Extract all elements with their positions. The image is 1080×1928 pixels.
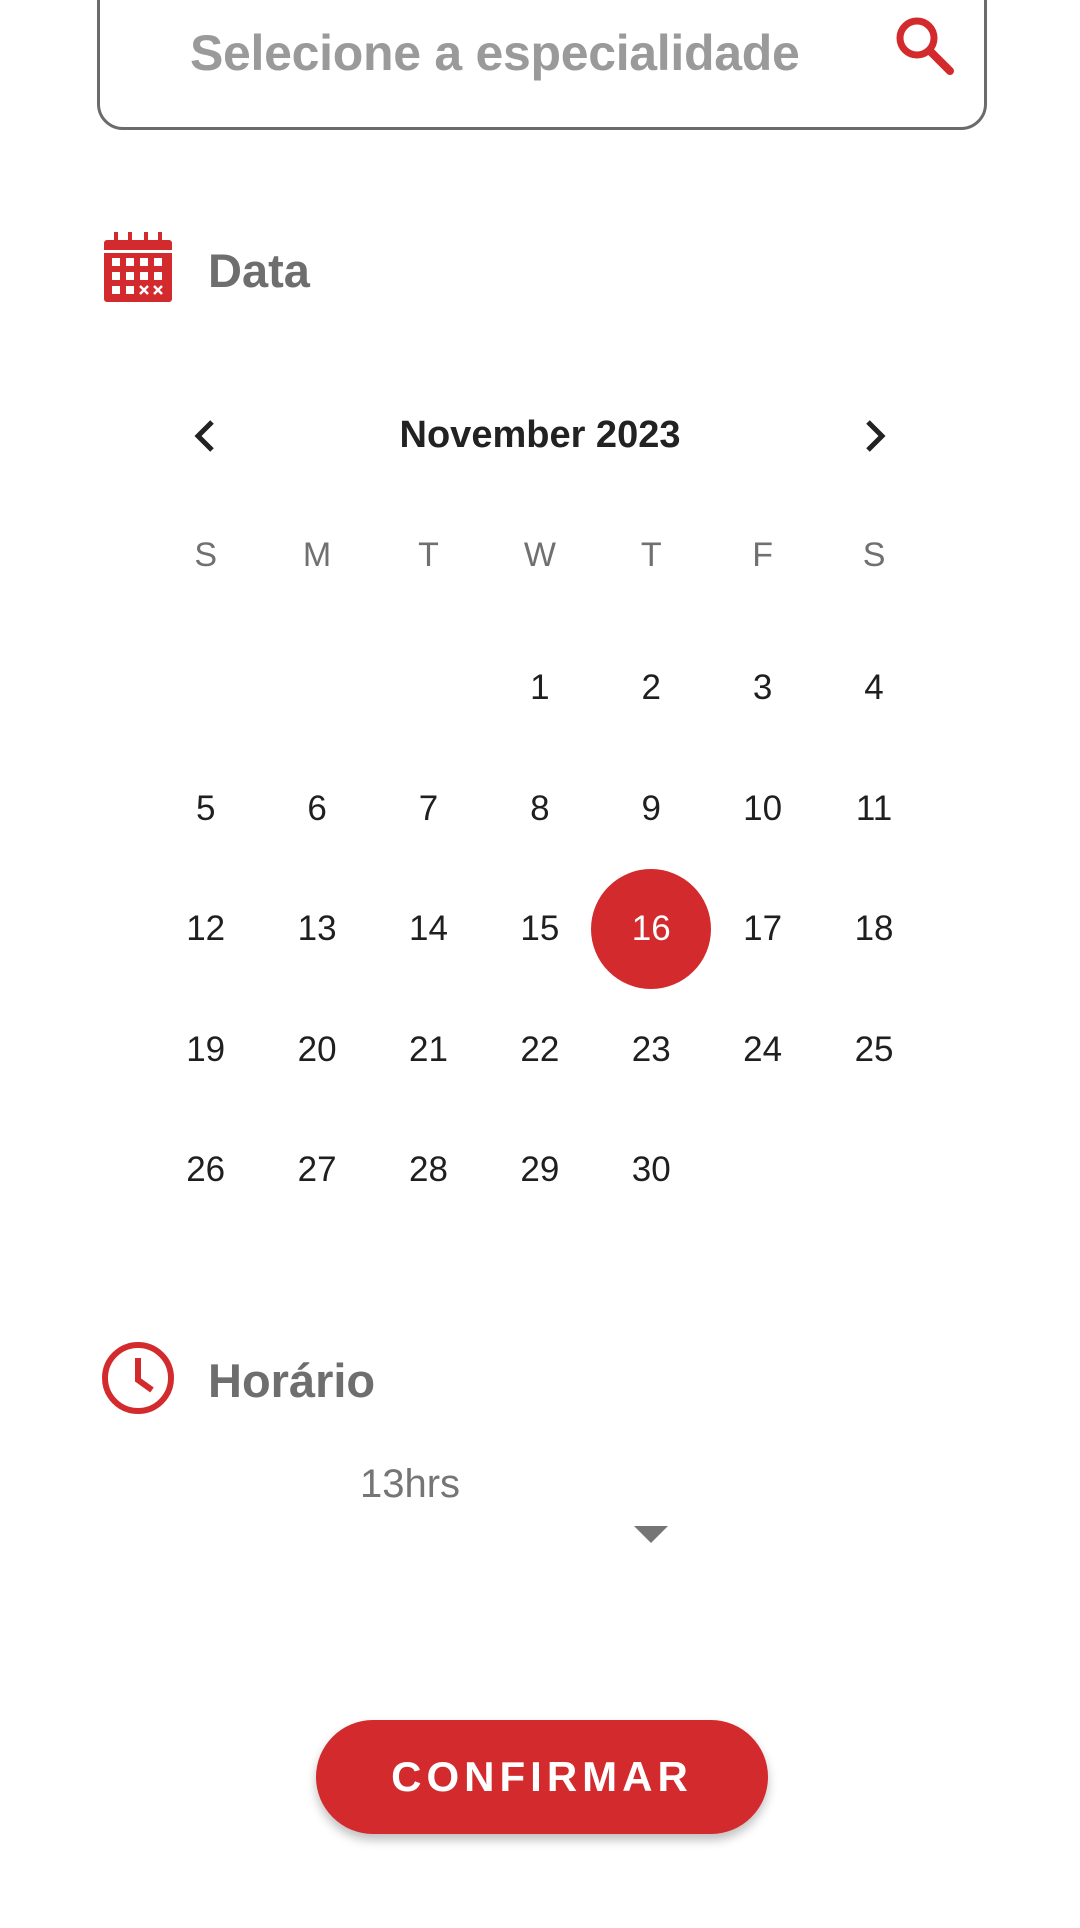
calendar-day-number: 30 bbox=[631, 1150, 671, 1190]
calendar-day[interactable]: 12 bbox=[150, 869, 261, 990]
calendar-day[interactable]: 26 bbox=[150, 1110, 261, 1231]
calendar-day[interactable]: 29 bbox=[484, 1110, 595, 1231]
calendar-day-number: 24 bbox=[743, 1029, 783, 1069]
calendar-day-number: 16 bbox=[631, 909, 671, 949]
calendar-day[interactable]: 21 bbox=[373, 990, 484, 1111]
calendar-day-number: 26 bbox=[186, 1150, 226, 1190]
calendar-day[interactable]: 8 bbox=[484, 749, 595, 870]
calendar-day-number: 28 bbox=[409, 1150, 448, 1190]
calendar-day[interactable]: 13 bbox=[261, 869, 372, 990]
calendar-day-number: 10 bbox=[743, 788, 783, 828]
calendar-day-number: 9 bbox=[641, 788, 661, 828]
weekday-label: T bbox=[640, 536, 662, 574]
confirm-button[interactable]: CONFIRMAR bbox=[316, 1720, 768, 1834]
calendar-day[interactable]: 18 bbox=[818, 869, 929, 990]
calendar-day-number: 19 bbox=[186, 1029, 226, 1069]
calendar-day[interactable]: 11 bbox=[818, 749, 929, 870]
calendar-day-number: 12 bbox=[186, 909, 226, 949]
appointment-screen: Selecione a especialidade Data November … bbox=[0, 0, 1080, 1928]
calendar-day[interactable]: 22 bbox=[484, 990, 595, 1111]
calendar-day-number: 27 bbox=[297, 1150, 337, 1190]
calendar-day-number: 25 bbox=[854, 1029, 894, 1069]
calendar-day-number: 11 bbox=[855, 788, 893, 828]
calendar-month-label: November 2023 bbox=[399, 414, 681, 456]
calendar-day[interactable]: 1 bbox=[484, 628, 595, 749]
time-dropdown[interactable]: 13hrs bbox=[260, 1450, 700, 1560]
calendar-day[interactable]: 24 bbox=[707, 990, 818, 1111]
calendar-day[interactable]: 19 bbox=[150, 990, 261, 1111]
chevron-right-icon[interactable] bbox=[846, 408, 902, 464]
date-picker-calendar: November 2023 SMTWTFS 1 2 3 4 5 6 7 8 9 10 11 12 13 1… bbox=[150, 400, 930, 1231]
calendar-day-number: 6 bbox=[307, 788, 327, 828]
calendar-empty-cell bbox=[261, 628, 372, 749]
date-section-header: Data bbox=[100, 230, 310, 310]
calendar-day-number: 18 bbox=[854, 909, 894, 949]
time-selected-value: 13hrs bbox=[360, 1462, 461, 1506]
calendar-header: November 2023 bbox=[150, 400, 930, 470]
dropdown-arrow-icon[interactable] bbox=[634, 1526, 668, 1543]
calendar-day[interactable]: 10 bbox=[707, 749, 818, 870]
calendar-day-number: 2 bbox=[641, 668, 661, 708]
calendar-empty-cell bbox=[150, 628, 261, 749]
search-icon[interactable] bbox=[890, 11, 960, 81]
calendar-day[interactable]: 3 bbox=[707, 628, 818, 749]
calendar-day-number: 22 bbox=[520, 1029, 560, 1069]
calendar-icon bbox=[100, 230, 176, 311]
calendar-day-number: 5 bbox=[195, 788, 216, 828]
weekday-label: W bbox=[523, 536, 556, 574]
calendar-day-selected[interactable]: 16 bbox=[596, 869, 707, 990]
calendar-day-grid: 1 2 3 4 5 6 7 8 9 10 11 12 13 14 15 16 17 18 19 20 21 22 23 24 2… bbox=[150, 628, 930, 1231]
calendar-day[interactable]: 17 bbox=[707, 869, 818, 990]
calendar-day-number: 13 bbox=[297, 909, 337, 949]
calendar-day[interactable]: 4 bbox=[818, 628, 929, 749]
weekday-label: S bbox=[862, 536, 886, 574]
weekday-label: F bbox=[752, 536, 774, 574]
calendar-day[interactable]: 6 bbox=[261, 749, 372, 870]
calendar-day-number: 4 bbox=[864, 668, 884, 708]
calendar-day-number: 14 bbox=[409, 909, 448, 949]
calendar-day-number: 21 bbox=[409, 1029, 448, 1069]
weekday-row: SMTWTFS bbox=[150, 536, 930, 596]
calendar-empty-cell bbox=[373, 628, 484, 749]
specialty-search-field[interactable]: Selecione a especialidade bbox=[97, 0, 987, 130]
calendar-day[interactable]: 7 bbox=[373, 749, 484, 870]
calendar-day[interactable]: 5 bbox=[150, 749, 261, 870]
calendar-day[interactable]: 20 bbox=[261, 990, 372, 1111]
calendar-day[interactable]: 30 bbox=[596, 1110, 707, 1231]
calendar-day-number: 29 bbox=[520, 1150, 560, 1190]
weekday-label: S bbox=[194, 536, 218, 574]
calendar-day-number: 15 bbox=[520, 909, 560, 949]
calendar-day-number: 3 bbox=[752, 668, 773, 708]
clock-icon bbox=[100, 1340, 176, 1421]
time-section-header: Horário bbox=[100, 1340, 375, 1420]
date-section-title: Data bbox=[208, 243, 310, 297]
calendar-day[interactable]: 27 bbox=[261, 1110, 372, 1231]
calendar-day[interactable]: 2 bbox=[596, 628, 707, 749]
calendar-day[interactable]: 23 bbox=[596, 990, 707, 1111]
search-placeholder: Selecione a especialidade bbox=[190, 25, 800, 81]
weekday-label: M bbox=[302, 536, 332, 574]
calendar-day[interactable]: 15 bbox=[484, 869, 595, 990]
calendar-day-number: 1 bbox=[530, 668, 550, 708]
calendar-day-number: 23 bbox=[631, 1029, 671, 1069]
calendar-day-number: 17 bbox=[743, 909, 783, 949]
calendar-day-number: 7 bbox=[418, 788, 439, 828]
weekday-label: T bbox=[418, 536, 439, 574]
calendar-day-number: 20 bbox=[297, 1029, 337, 1069]
time-section-title: Horário bbox=[208, 1353, 376, 1407]
calendar-day[interactable]: 9 bbox=[596, 749, 707, 870]
calendar-day[interactable]: 25 bbox=[818, 990, 929, 1111]
calendar-day-number: 8 bbox=[530, 788, 550, 828]
calendar-day[interactable]: 28 bbox=[373, 1110, 484, 1231]
calendar-day[interactable]: 14 bbox=[373, 869, 484, 990]
